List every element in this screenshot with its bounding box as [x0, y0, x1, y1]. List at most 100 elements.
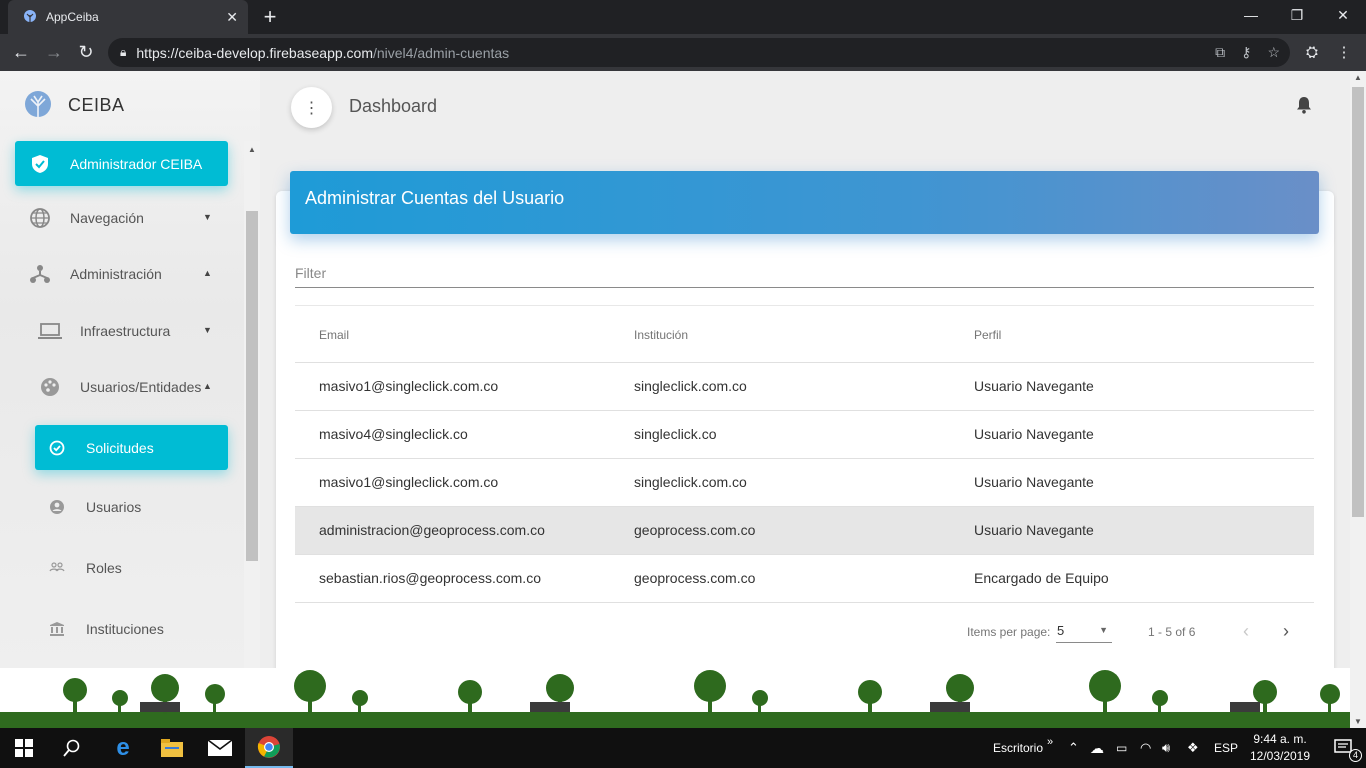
show-hidden-icons-icon[interactable]: ⌃ — [1068, 728, 1079, 768]
address-bar[interactable]: 🔒︎ https://ceiba-develop.firebaseapp.com… — [108, 38, 1290, 67]
restore-window-icon[interactable]: ❐ — [1274, 0, 1320, 34]
volume-icon[interactable]: 🔊︎ — [1162, 728, 1170, 768]
folder-icon — [161, 739, 183, 757]
chrome-taskbar-button[interactable] — [245, 728, 293, 768]
edge-browser-button[interactable]: e — [99, 728, 147, 768]
windows-taskbar: e Escritorio » ⌃ ☁ ▭ ◠ 🔊︎ ❖ ESP 9:44 a. … — [0, 728, 1366, 768]
windows-logo-icon — [15, 739, 33, 757]
cell-perfil: Encargado de Equipo — [974, 570, 1109, 586]
wifi-icon[interactable]: ◠ — [1140, 728, 1151, 768]
cell-email: masivo1@singleclick.com.co — [319, 378, 499, 394]
table-row-hovered[interactable]: administracion@geoprocess.com.co geoproc… — [295, 507, 1314, 555]
sidebar-item-administrador-ceiba[interactable]: Administrador CEIBA — [15, 141, 228, 186]
cell-institucion: geoprocess.com.co — [634, 522, 756, 538]
input-language-indicator[interactable]: ESP — [1214, 728, 1238, 768]
notifications-bell-icon[interactable] — [1294, 95, 1314, 115]
cell-email: administracion@geoprocess.com.co — [319, 522, 545, 538]
sidebar-item-label: Roles — [86, 560, 122, 576]
items-per-page-label: Items per page: — [967, 625, 1051, 639]
caret-up-icon: ▲ — [203, 381, 212, 391]
mail-icon — [208, 740, 232, 756]
more-vert-button[interactable]: ⋮ — [291, 87, 332, 128]
laptop-icon — [38, 320, 62, 342]
ceiba-logo-icon — [25, 91, 51, 117]
cell-email: masivo1@singleclick.com.co — [319, 474, 499, 490]
star-icon[interactable]: ☆ — [1267, 44, 1280, 61]
translate-icon[interactable]: ⧉ — [1215, 44, 1225, 61]
scroll-up-icon[interactable]: ▲ — [1350, 73, 1366, 82]
table-row[interactable]: masivo1@singleclick.com.co singleclick.c… — [295, 363, 1314, 411]
mail-button[interactable] — [196, 728, 244, 768]
sidebar-item-administracion[interactable]: Administración ▲ — [29, 262, 219, 286]
sidebar-item-label: Usuarios/Entidades — [80, 379, 202, 395]
page-scrollbar[interactable]: ▲ ▼ — [1350, 71, 1366, 728]
sidebar-item-label: Solicitudes — [86, 439, 154, 456]
more-vert-icon: ⋮ — [303, 99, 320, 117]
sidebar-item-label: Administración — [70, 266, 162, 282]
caret-up-icon: ▲ — [203, 268, 212, 278]
url-host: https://ceiba-develop.firebaseapp.com — [136, 44, 373, 61]
reload-icon[interactable]: ↻ — [71, 34, 101, 71]
people-icon — [49, 557, 65, 579]
key-icon[interactable]: ⚷ — [1241, 44, 1251, 61]
close-window-icon[interactable]: ✕ — [1320, 0, 1366, 34]
scroll-down-icon[interactable]: ▼ — [1350, 717, 1366, 726]
next-page-button[interactable]: › — [1272, 617, 1300, 645]
minimize-icon[interactable]: — — [1228, 0, 1274, 34]
items-per-page-select[interactable]: 5 ▼ — [1056, 621, 1112, 643]
column-header-perfil[interactable]: Perfil — [974, 328, 1001, 342]
sidebar-item-instituciones[interactable]: Instituciones — [49, 619, 219, 639]
browser-tab[interactable]: AppCeiba ✕ — [8, 0, 248, 34]
hierarchy-icon — [29, 263, 51, 285]
forward-icon[interactable]: → — [39, 34, 69, 71]
search-icon — [63, 739, 80, 757]
top-navbar: ⋮ Dashboard — [260, 71, 1350, 143]
action-center-button[interactable]: 4 — [1320, 728, 1366, 768]
cell-email: sebastian.rios@geoprocess.com.co — [319, 570, 541, 586]
filter-field[interactable] — [295, 261, 1314, 288]
close-tab-icon[interactable]: ✕ — [226, 9, 238, 26]
previous-page-button[interactable]: ‹ — [1232, 617, 1260, 645]
chrome-icon — [257, 736, 280, 758]
accounts-table: Email Institución Perfil masivo1@singlec… — [295, 305, 1314, 603]
sidebar-item-navegacion[interactable]: Navegación ▼ — [29, 206, 219, 230]
sidebar-item-solicitudes[interactable]: Solicitudes — [35, 425, 228, 470]
sidebar-item-usuarios[interactable]: Usuarios — [49, 497, 219, 517]
sidebar-item-roles[interactable]: Roles — [49, 558, 219, 578]
page-title: Dashboard — [349, 96, 438, 116]
dropdown-arrow-icon: ▼ — [1099, 625, 1108, 635]
sidebar-item-infraestructura[interactable]: Infraestructura ▼ — [38, 319, 219, 343]
sidebar-scrollbar[interactable]: ▲ — [244, 141, 260, 668]
back-icon[interactable]: ← — [6, 34, 36, 71]
filter-input[interactable] — [295, 261, 1314, 281]
toolbar-expand-icon[interactable]: » — [1047, 722, 1053, 762]
sidebar: CEIBA Administrador CEIBA Navegación ▼ A… — [0, 71, 260, 668]
sidebar-item-usuarios-entidades[interactable]: Usuarios/Entidades ▲ — [39, 375, 219, 399]
desktop-toolbar-label[interactable]: Escritorio — [993, 728, 1043, 768]
table-row[interactable]: masivo1@singleclick.com.co singleclick.c… — [295, 459, 1314, 507]
search-button[interactable] — [48, 728, 96, 768]
battery-icon[interactable]: ▭ — [1116, 728, 1127, 768]
column-header-email[interactable]: Email — [319, 328, 349, 342]
browser-tab-strip: AppCeiba ✕ + — ❐ ✕ — [0, 0, 1366, 34]
file-explorer-button[interactable] — [148, 728, 196, 768]
cell-email: masivo4@singleclick.co — [319, 426, 468, 442]
taskbar-clock[interactable]: 9:44 a. m. 12/03/2019 — [1244, 731, 1316, 765]
table-row[interactable]: masivo4@singleclick.co singleclick.co Us… — [295, 411, 1314, 459]
new-tab-button[interactable]: + — [258, 4, 282, 30]
start-button[interactable] — [0, 728, 48, 768]
dropbox-icon[interactable]: ❖ — [1187, 728, 1199, 768]
cell-perfil: Usuario Navegante — [974, 522, 1094, 538]
onedrive-cloud-icon[interactable]: ☁ — [1090, 728, 1104, 768]
table-row[interactable]: sebastian.rios@geoprocess.com.co geoproc… — [295, 555, 1314, 603]
page-scrollbar-thumb[interactable] — [1352, 87, 1364, 517]
brand[interactable]: CEIBA — [22, 89, 125, 121]
scroll-up-icon[interactable]: ▲ — [244, 145, 260, 154]
sidebar-item-label: Infraestructura — [80, 323, 171, 339]
incognito-icon[interactable]: ⛭ — [1300, 34, 1324, 71]
sidebar-scrollbar-thumb[interactable] — [246, 211, 258, 561]
cell-perfil: Usuario Navegante — [974, 426, 1094, 442]
clock-time: 9:44 a. m. — [1253, 732, 1307, 746]
column-header-institucion[interactable]: Institución — [634, 328, 688, 342]
browser-menu-icon[interactable]: ⋮ — [1332, 34, 1356, 71]
